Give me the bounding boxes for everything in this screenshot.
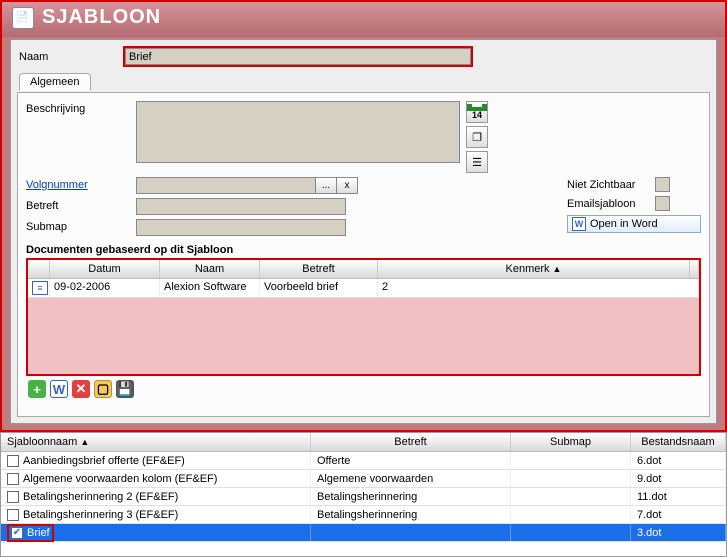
calendar-icon[interactable]: ▀▀ 14 bbox=[466, 101, 488, 123]
cell-sjabloonnaam: Betalingsherinnering 3 (EF&EF) bbox=[1, 506, 311, 524]
row-checkbox[interactable] bbox=[7, 455, 19, 467]
sort-asc-icon: ▲ bbox=[80, 437, 89, 447]
table-row[interactable]: Betalingsherinnering 2 (EF&EF) Betalingsh… bbox=[1, 488, 726, 506]
desc-label: Beschrijving bbox=[26, 101, 136, 115]
cell-kenmerk: 2 bbox=[378, 279, 699, 297]
cell-bestandsnaam: 6.dot bbox=[631, 452, 726, 470]
col-betreft[interactable]: Betreft bbox=[260, 260, 378, 278]
table-row[interactable]: Algemene voorwaarden kolom (EF&EF) Algeme… bbox=[1, 470, 726, 488]
col-datum[interactable]: Datum bbox=[50, 260, 160, 278]
documents-section-label: Documenten gebaseerd op dit Sjabloon bbox=[26, 244, 701, 256]
row-checkbox[interactable] bbox=[7, 473, 19, 485]
name-row: Naam bbox=[17, 44, 710, 71]
documents-grid: Datum Naam Betreft Kenmerk▲ ≡ 09-02-2006… bbox=[26, 258, 701, 376]
desc-input[interactable] bbox=[136, 101, 460, 163]
submap-label: Submap bbox=[26, 219, 136, 233]
cell-text: Aanbiedingsbrief offerte (EF&EF) bbox=[23, 455, 185, 467]
word-icon: W bbox=[572, 217, 586, 231]
cell-bestandsnaam: 11.dot bbox=[631, 488, 726, 506]
name-input[interactable] bbox=[125, 48, 471, 65]
cell-betreft: Offerte bbox=[311, 452, 511, 470]
open-in-word-button[interactable]: W Open in Word bbox=[567, 215, 701, 233]
cell-submap bbox=[511, 506, 631, 524]
cell-submap bbox=[511, 452, 631, 470]
col-icon[interactable] bbox=[28, 260, 50, 278]
cell-bestandsnaam: 9.dot bbox=[631, 470, 726, 488]
title-bar: 📄 SJABLOON bbox=[2, 2, 725, 37]
row-checkbox[interactable] bbox=[7, 491, 19, 503]
editor-window: 📄 SJABLOON Naam Algemeen Beschrijving ▀▀… bbox=[0, 0, 727, 432]
cell-betreft: Betalingsherinnering bbox=[311, 506, 511, 524]
cell-sjabloonnaam: Aanbiedingsbrief offerte (EF&EF) bbox=[1, 452, 311, 470]
cell-betreft: Betalingsherinnering bbox=[311, 488, 511, 506]
nietzichtbaar-label: Niet Zichtbaar bbox=[567, 179, 649, 191]
cell-submap bbox=[511, 524, 631, 542]
volg-clear-button[interactable]: x bbox=[336, 177, 358, 194]
documents-grid-body: ≡ 09-02-2006 Alexion Software Voorbeeld … bbox=[28, 279, 699, 374]
cell-datum: 09-02-2006 bbox=[50, 279, 160, 297]
word-button[interactable]: W bbox=[50, 380, 68, 398]
table-row[interactable]: Betalingsherinnering 3 (EF&EF) Betalingsh… bbox=[1, 506, 726, 524]
cell-bestandsnaam: 7.dot bbox=[631, 506, 726, 524]
col-spacer bbox=[690, 260, 699, 278]
emailsjabloon-checkbox[interactable] bbox=[655, 196, 670, 211]
col-kenmerk[interactable]: Kenmerk▲ bbox=[378, 260, 690, 278]
table-row[interactable]: Aanbiedingsbrief offerte (EF&EF) Offerte 6… bbox=[1, 452, 726, 470]
cell-text: Algemene voorwaarden kolom (EF&EF) bbox=[23, 473, 217, 485]
row-checkbox[interactable]: ✔ bbox=[11, 527, 23, 539]
col-sjabloonnaam[interactable]: Sjabloonnaam▲ bbox=[1, 433, 311, 451]
row-checkbox[interactable] bbox=[7, 509, 19, 521]
add-button[interactable]: + bbox=[28, 380, 46, 398]
cell-bestandsnaam: 3.dot bbox=[631, 524, 726, 542]
col-naam[interactable]: Naam bbox=[160, 260, 260, 278]
cell-betreft: Algemene voorwaarden bbox=[311, 470, 511, 488]
cell-sjabloonnaam: Betalingsherinnering 2 (EF&EF) bbox=[1, 488, 311, 506]
betreft-label: Betreft bbox=[26, 198, 136, 212]
tab-general[interactable]: Algemeen bbox=[19, 73, 91, 91]
cell-text: Betalingsherinnering 2 (EF&EF) bbox=[23, 491, 178, 503]
window-icon: 📄 bbox=[12, 7, 34, 29]
cell-sjabloonnaam: ✔ Brief bbox=[1, 524, 311, 542]
cell-submap bbox=[511, 488, 631, 506]
volg-label[interactable]: Volgnummer bbox=[26, 177, 136, 191]
sjabloon-grid-header: Sjabloonnaam▲ Betreft Submap Bestandsnaa… bbox=[1, 433, 726, 452]
volg-input[interactable] bbox=[136, 177, 316, 194]
open-in-word-label: Open in Word bbox=[590, 218, 658, 230]
col-betreft2[interactable]: Betreft bbox=[311, 433, 511, 451]
tab-page-general: Beschrijving ▀▀ 14 ❐ ☰ Volgnummer . bbox=[17, 93, 710, 417]
name-label: Naam bbox=[19, 51, 119, 63]
emailsjabloon-label: Emailsjabloon bbox=[567, 198, 649, 210]
col-bestandsnaam[interactable]: Bestandsnaam bbox=[631, 433, 726, 451]
main-panel: Naam Algemeen Beschrijving ▀▀ 14 ❐ ☰ bbox=[10, 39, 717, 424]
row-word-icon: ≡ bbox=[28, 279, 50, 297]
cell-text: Betalingsherinnering 3 (EF&EF) bbox=[23, 509, 178, 521]
betreft-input[interactable] bbox=[136, 198, 346, 215]
table-row[interactable]: ≡ 09-02-2006 Alexion Software Voorbeeld … bbox=[28, 279, 699, 298]
delete-button[interactable]: ✕ bbox=[72, 380, 90, 398]
name-highlight bbox=[123, 46, 473, 67]
cell-naam: Alexion Software bbox=[160, 279, 260, 297]
sjabloon-grid: Sjabloonnaam▲ Betreft Submap Bestandsnaa… bbox=[0, 432, 727, 557]
submap-input[interactable] bbox=[136, 219, 346, 236]
doc-icon[interactable]: ☰ bbox=[466, 151, 488, 173]
table-row[interactable]: ✔ Brief 3.dot bbox=[1, 524, 726, 542]
window-title: SJABLOON bbox=[42, 6, 161, 29]
documents-toolbar: + W ✕ ▢ 💾 bbox=[26, 376, 701, 400]
cell-betreft bbox=[311, 524, 511, 542]
save-button[interactable]: 💾 bbox=[116, 380, 134, 398]
sjabloon-grid-body: Aanbiedingsbrief offerte (EF&EF) Offerte 6… bbox=[1, 452, 726, 556]
volg-ellipsis-button[interactable]: ... bbox=[315, 177, 337, 194]
col-submap2[interactable]: Submap bbox=[511, 433, 631, 451]
cell-sjabloonnaam: Algemene voorwaarden kolom (EF&EF) bbox=[1, 470, 311, 488]
cell-betreft: Voorbeeld brief bbox=[260, 279, 378, 297]
folder-button[interactable]: ▢ bbox=[94, 380, 112, 398]
copy-icon[interactable]: ❐ bbox=[466, 126, 488, 148]
sort-asc-icon: ▲ bbox=[553, 264, 562, 274]
cell-text: Brief bbox=[27, 527, 50, 539]
cell-submap bbox=[511, 470, 631, 488]
tab-strip: Algemeen bbox=[17, 73, 710, 93]
documents-grid-header: Datum Naam Betreft Kenmerk▲ bbox=[28, 260, 699, 279]
nietzichtbaar-checkbox[interactable] bbox=[655, 177, 670, 192]
